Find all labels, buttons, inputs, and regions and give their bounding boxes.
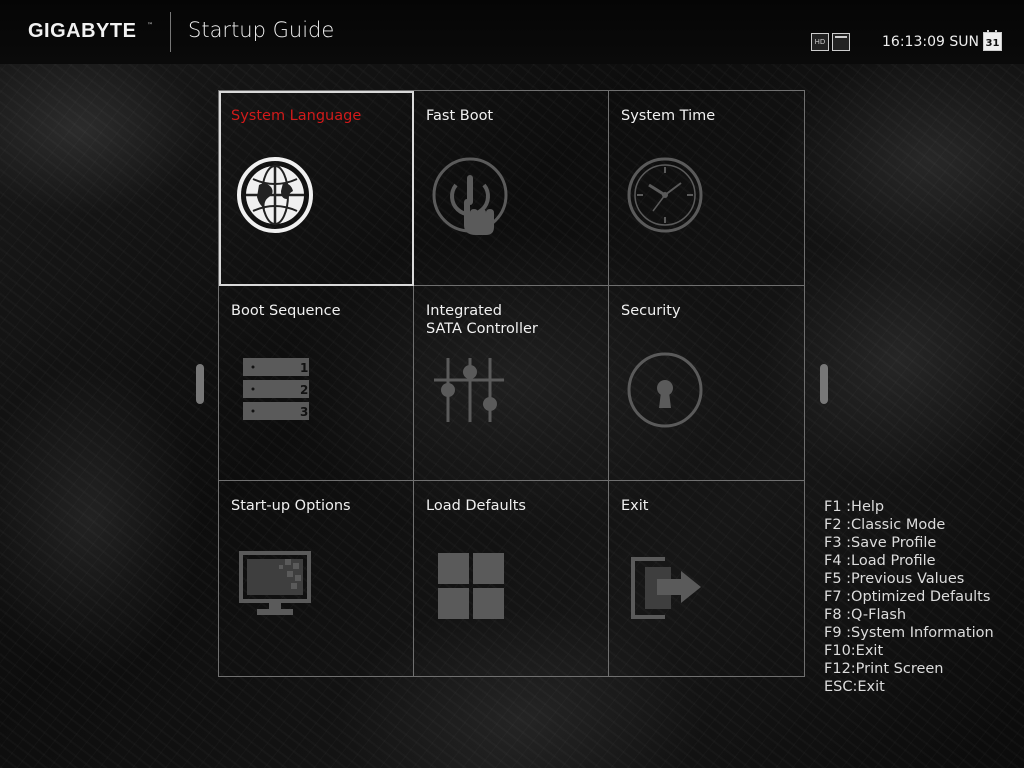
window-icon[interactable] <box>832 33 850 51</box>
boot-order-number: 3 <box>300 405 308 419</box>
boot-order-number: 1 <box>300 361 308 375</box>
calendar-icon: 31 <box>983 30 1002 51</box>
tile-label: Integrated SATA Controller <box>426 302 538 338</box>
scroll-right-handle[interactable] <box>820 364 828 404</box>
lock-icon <box>627 352 703 428</box>
clock-readout: 16:13:09 SUN <box>882 34 979 50</box>
header-divider <box>170 12 171 52</box>
hotkey-q-flash[interactable]: F8 :Q-Flash <box>824 606 994 624</box>
status-icons: HD <box>811 33 850 51</box>
tile-label: System Time <box>621 108 716 124</box>
tile-load-defaults[interactable]: Load Defaults <box>414 481 609 676</box>
startup-guide-grid: System Language Fast Boot System Time Bo… <box>218 90 805 677</box>
scroll-left-handle[interactable] <box>196 364 204 404</box>
globe-icon <box>237 157 313 233</box>
monitor-icon <box>239 551 311 615</box>
tile-system-time[interactable]: System Time <box>609 91 804 286</box>
hotkey-optimized-defaults[interactable]: F7 :Optimized Defaults <box>824 588 994 606</box>
tile-start-up-options[interactable]: Start-up Options <box>219 481 414 676</box>
hotkey-load-profile[interactable]: F4 :Load Profile <box>824 552 994 570</box>
sliders-icon <box>434 358 504 422</box>
four-squares-icon <box>438 553 504 619</box>
tile-fast-boot[interactable]: Fast Boot <box>414 91 609 286</box>
hotkey-esc-exit[interactable]: ESC:Exit <box>824 678 994 696</box>
exit-icon <box>631 557 701 619</box>
boot-order-number: 2 <box>300 383 308 397</box>
top-bar: GIGABYTE ™ Startup Guide HD 16:13:09 SUN… <box>0 0 1024 64</box>
tile-label: Load Defaults <box>426 498 526 514</box>
boot-order-icon: 1 2 3 <box>243 358 309 420</box>
hotkey-legend: F1 :Help F2 :Classic Mode F3 :Save Profi… <box>824 498 994 696</box>
hd-icon[interactable]: HD <box>811 33 829 51</box>
tile-system-language[interactable]: System Language <box>219 91 414 286</box>
tile-label: Security <box>621 303 681 319</box>
hotkey-classic-mode[interactable]: F2 :Classic Mode <box>824 516 994 534</box>
hotkey-save-profile[interactable]: F3 :Save Profile <box>824 534 994 552</box>
tile-label: Fast Boot <box>426 108 494 124</box>
tile-label: Exit <box>621 498 649 514</box>
tile-label: Start-up Options <box>231 498 351 514</box>
tile-exit[interactable]: Exit <box>609 481 804 676</box>
brand-logo: GIGABYTE <box>28 20 137 42</box>
bios-screen: GIGABYTE ™ Startup Guide HD 16:13:09 SUN… <box>0 0 1024 768</box>
hotkey-system-information[interactable]: F9 :System Information <box>824 624 994 642</box>
tile-label: System Language <box>231 108 362 124</box>
hotkey-print-screen[interactable]: F12:Print Screen <box>824 660 994 678</box>
tile-integrated-sata-controller[interactable]: Integrated SATA Controller <box>414 286 609 481</box>
tile-label: Boot Sequence <box>231 303 341 319</box>
hotkey-help[interactable]: F1 :Help <box>824 498 994 516</box>
clock-icon <box>627 157 703 233</box>
tile-label-line: SATA Controller <box>426 321 538 337</box>
tile-label-line: Integrated <box>426 303 502 319</box>
tile-security[interactable]: Security <box>609 286 804 481</box>
power-touch-icon <box>432 157 508 235</box>
trademark-mark: ™ <box>147 22 153 29</box>
page-title: Startup Guide <box>188 18 335 42</box>
hotkey-exit-f10[interactable]: F10:Exit <box>824 642 994 660</box>
tile-boot-sequence[interactable]: Boot Sequence 1 2 3 <box>219 286 414 481</box>
hotkey-previous-values[interactable]: F5 :Previous Values <box>824 570 994 588</box>
